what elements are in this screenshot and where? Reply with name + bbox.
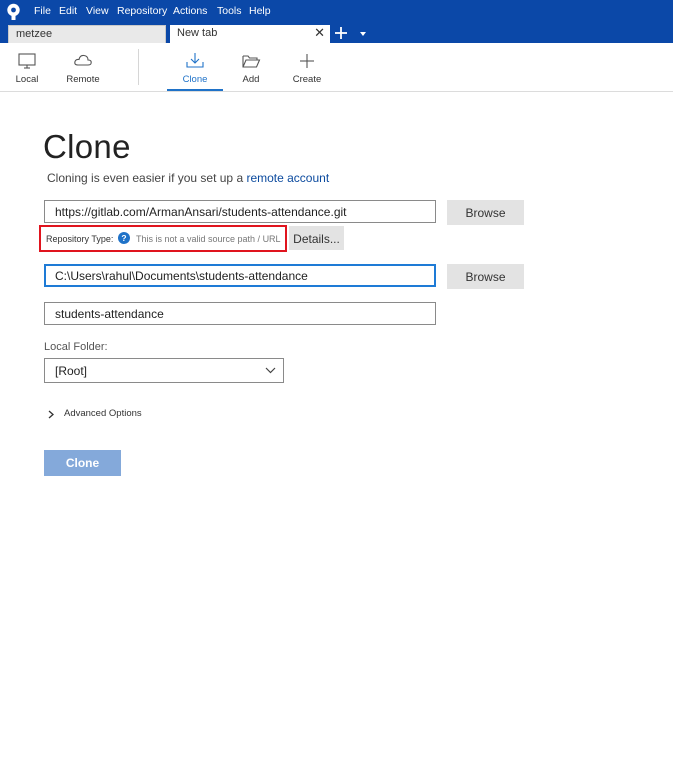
- create-label: Create: [292, 74, 322, 85]
- cloud-icon: [74, 54, 92, 66]
- clone-button[interactable]: Clone: [44, 450, 121, 476]
- local-label: Local: [15, 74, 39, 85]
- plus-icon: [300, 54, 314, 68]
- menu-repository[interactable]: Repository: [117, 5, 167, 17]
- add-label: Add: [242, 74, 260, 85]
- chevron-right-icon: [48, 410, 54, 419]
- download-tray-icon: [186, 53, 204, 68]
- tab-new-tab[interactable]: New tab ✕: [170, 25, 330, 43]
- local-folder-label: Local Folder:: [44, 341, 108, 353]
- caret-down-icon[interactable]: [358, 30, 368, 38]
- active-tab-indicator: [167, 89, 223, 91]
- help-icon[interactable]: ?: [118, 232, 130, 244]
- remote-account-link[interactable]: remote account: [246, 171, 329, 185]
- repository-name-input[interactable]: students-attendance: [44, 302, 436, 325]
- menu-view[interactable]: View: [86, 5, 109, 17]
- menu-help[interactable]: Help: [249, 5, 271, 17]
- page-title: Clone: [43, 128, 131, 165]
- source-url-input[interactable]: https://gitlab.com/ArmanAnsari/students-…: [44, 200, 436, 223]
- advanced-options-label: Advanced Options: [64, 408, 142, 419]
- menu-actions[interactable]: Actions: [173, 5, 207, 17]
- tab-metzee[interactable]: metzee: [8, 25, 166, 43]
- browse-destination-button[interactable]: Browse: [447, 264, 524, 289]
- app-logo-icon: [7, 3, 20, 20]
- tab-label: New tab: [177, 27, 218, 39]
- local-button[interactable]: Local: [5, 43, 49, 91]
- clone-tab-button[interactable]: Clone: [167, 43, 223, 91]
- tab-label: metzee: [16, 28, 53, 40]
- repository-type-message: This is not a valid source path / URL: [136, 234, 281, 244]
- local-folder-value: [Root]: [55, 364, 88, 378]
- add-button[interactable]: Add: [231, 43, 271, 91]
- details-button[interactable]: Details...: [289, 226, 344, 250]
- repository-type-validation: Repository Type: ? This is not a valid s…: [39, 225, 287, 252]
- local-folder-select[interactable]: [Root]: [44, 358, 284, 383]
- folder-open-icon: [242, 55, 261, 68]
- clone-tab-label: Clone: [182, 74, 208, 85]
- toolbar-divider: [138, 49, 139, 85]
- tab-bar: metzee New tab ✕: [0, 24, 673, 43]
- menu-file[interactable]: File: [34, 5, 51, 17]
- menu-bar: File Edit View Repository Actions Tools …: [0, 0, 673, 24]
- create-button[interactable]: Create: [285, 43, 329, 91]
- repository-type-label: Repository Type:: [46, 234, 114, 244]
- plus-icon[interactable]: [333, 24, 349, 43]
- close-icon[interactable]: ✕: [314, 26, 325, 40]
- menu-tools[interactable]: Tools: [217, 5, 242, 17]
- clone-subtitle: Cloning is even easier if you set up a r…: [47, 171, 329, 185]
- menu-edit[interactable]: Edit: [59, 5, 77, 17]
- toolbar: Local Remote Clone Add Create: [0, 43, 673, 92]
- chevron-down-icon: [265, 367, 276, 374]
- monitor-icon: [18, 53, 36, 69]
- subtitle-text: Cloning is even easier if you set up a: [47, 171, 247, 185]
- remote-label: Remote: [66, 74, 100, 85]
- remote-button[interactable]: Remote: [60, 43, 106, 91]
- browse-source-button[interactable]: Browse: [447, 200, 524, 225]
- destination-path-input[interactable]: C:\Users\rahul\Documents\students-attend…: [44, 264, 436, 287]
